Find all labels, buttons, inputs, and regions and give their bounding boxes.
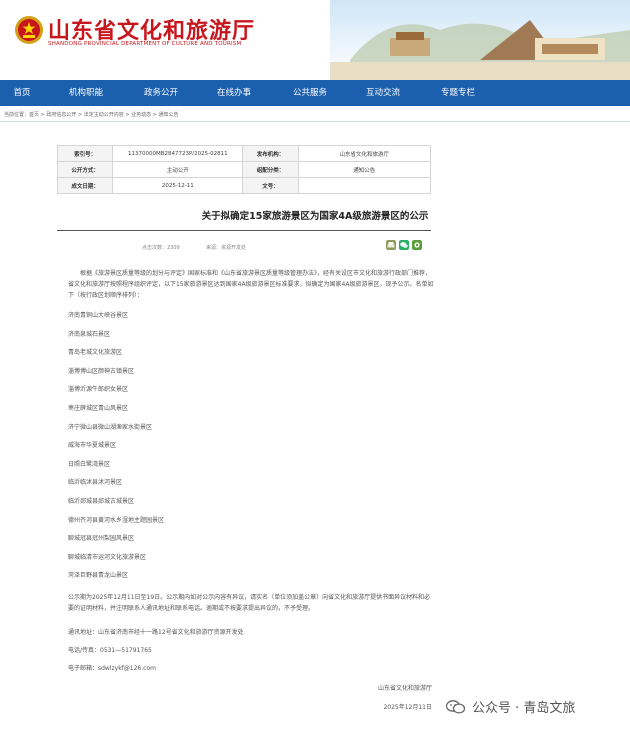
wechat-watermark: 公众号 · 青岛文旅	[446, 697, 575, 716]
table-row: 成文日期： 2025-12-11 文号：	[56, 177, 432, 194]
meta-key: 成文日期：	[56, 177, 114, 194]
intro-paragraph: 根据《旅游景区质量等级的划分与评定》国家标准和《山东省旅游景区质量等级管理办法》…	[68, 270, 434, 299]
divider	[0, 121, 630, 122]
nav-item-special-column[interactable]: 专题专栏	[420, 80, 496, 106]
divider	[57, 230, 431, 231]
meta-value: 11370000MB2847723P/2025-02811	[112, 145, 244, 162]
contact-address: 通讯地址：山东省济南市经十一路12号省文化和旅游厅资源开发处	[68, 629, 244, 636]
list-item: 枣庄薛城区青山风景区	[68, 404, 129, 412]
meta-value: 主动公开	[112, 161, 244, 178]
site-header: 山东省文化和旅游厅 SHANDONG PROVINCIAL DEPARTMENT…	[0, 0, 630, 80]
party-emblem-icon	[15, 16, 43, 44]
list-item: 菏泽巨野县青龙山景区	[68, 572, 129, 580]
nav-item-public-service[interactable]: 公共服务	[274, 80, 346, 106]
table-row: 索引号： 11370000MB2847723P/2025-02811 发布机构：…	[56, 145, 432, 162]
view-count: 点击次数：2309	[142, 245, 180, 251]
site-subtitle: SHANDONG PROVINCIAL DEPARTMENT OF CULTUR…	[48, 41, 242, 47]
wechat-logo-icon	[446, 699, 466, 714]
document-meta-table: 索引号： 11370000MB2847723P/2025-02811 发布机构：…	[56, 145, 432, 194]
meta-key: 组配分类：	[242, 161, 299, 178]
meta-value: 通知公告	[297, 161, 432, 178]
nav-item-functions[interactable]: 机构职能	[44, 80, 128, 106]
nav-item-online-service[interactable]: 在线办事	[194, 80, 274, 106]
list-item: 威海市华夏城景区	[68, 442, 117, 450]
nav-item-interaction[interactable]: 互动交流	[346, 80, 420, 106]
signature-org: 山东省文化和旅游厅	[377, 685, 432, 692]
table-row: 公开方式： 主动公开 组配分类： 通知公告	[56, 161, 432, 178]
meta-value	[297, 177, 432, 194]
meta-key: 公开方式：	[56, 161, 114, 178]
nav-item-home[interactable]: 首页	[0, 80, 44, 106]
contact-phone: 电话/传真：0531—51791765	[68, 647, 152, 654]
list-item: 淄博博山区颜神古镇景区	[68, 367, 135, 375]
list-item: 青岛老城文化旅游区	[68, 349, 123, 357]
watermark-text: 公众号 · 青岛文旅	[472, 701, 576, 716]
main-nav: 首页 机构职能 政务公开 在线办事 公共服务 互动交流 专题专栏	[0, 80, 630, 106]
meta-key: 索引号：	[56, 145, 114, 162]
list-item: 聊城临清市运河文化旅游景区	[68, 553, 147, 561]
header-banner-image	[330, 0, 630, 80]
print-icon[interactable]	[386, 240, 396, 250]
signature-date: 2025年12月11日	[383, 704, 432, 711]
list-item: 济南泉城石景区	[68, 330, 111, 338]
list-item: 淄博沂源牛郎织女景区	[68, 386, 129, 394]
meta-key: 文号：	[242, 177, 299, 194]
list-item: 德州齐河县黄河水乡湿地主题园景区	[68, 516, 165, 524]
source-label: 来源：资源开发处	[206, 245, 247, 251]
notice-paragraph: 公示期为2025年12月11日至19日。公示期内如对公示内容有异议，请实名（单位…	[68, 594, 431, 612]
list-item: 临沂郯城县郯城古城景区	[68, 497, 135, 505]
list-item: 日照白鹭湾景区	[68, 460, 111, 468]
breadcrumb[interactable]: 当前位置：首页 > 政府信息公开 > 法定主动公开内容 > 业务动态 > 通知公…	[4, 111, 178, 118]
list-item: 聊城冠县冠州梨园风景区	[68, 535, 135, 543]
contact-email: 电子邮箱：sdwlzykf@126.com	[68, 665, 156, 672]
meta-value: 2025-12-11	[112, 177, 244, 194]
scenic-spot-list: 济南青铜山大峡谷景区 济南泉城石景区 青岛老城文化旅游区 淄博博山区颜神古镇景区…	[68, 311, 164, 590]
article-tools	[386, 240, 422, 250]
list-item: 临沂临沭县沭河景区	[68, 479, 123, 487]
list-item: 济南青铜山大峡谷景区	[68, 312, 129, 319]
page-title: 关于拟确定15家旅游景区为国家4A级旅游景区的公示	[201, 211, 429, 222]
wechat-icon[interactable]	[399, 240, 409, 250]
list-item: 济宁微山县微山湖渔家水街景区	[68, 423, 153, 431]
meta-key: 发布机构：	[242, 145, 299, 162]
nav-item-public-affairs[interactable]: 政务公开	[128, 80, 194, 106]
meta-value: 山东省文化和旅游厅	[297, 145, 432, 162]
share-icon[interactable]	[412, 240, 422, 250]
